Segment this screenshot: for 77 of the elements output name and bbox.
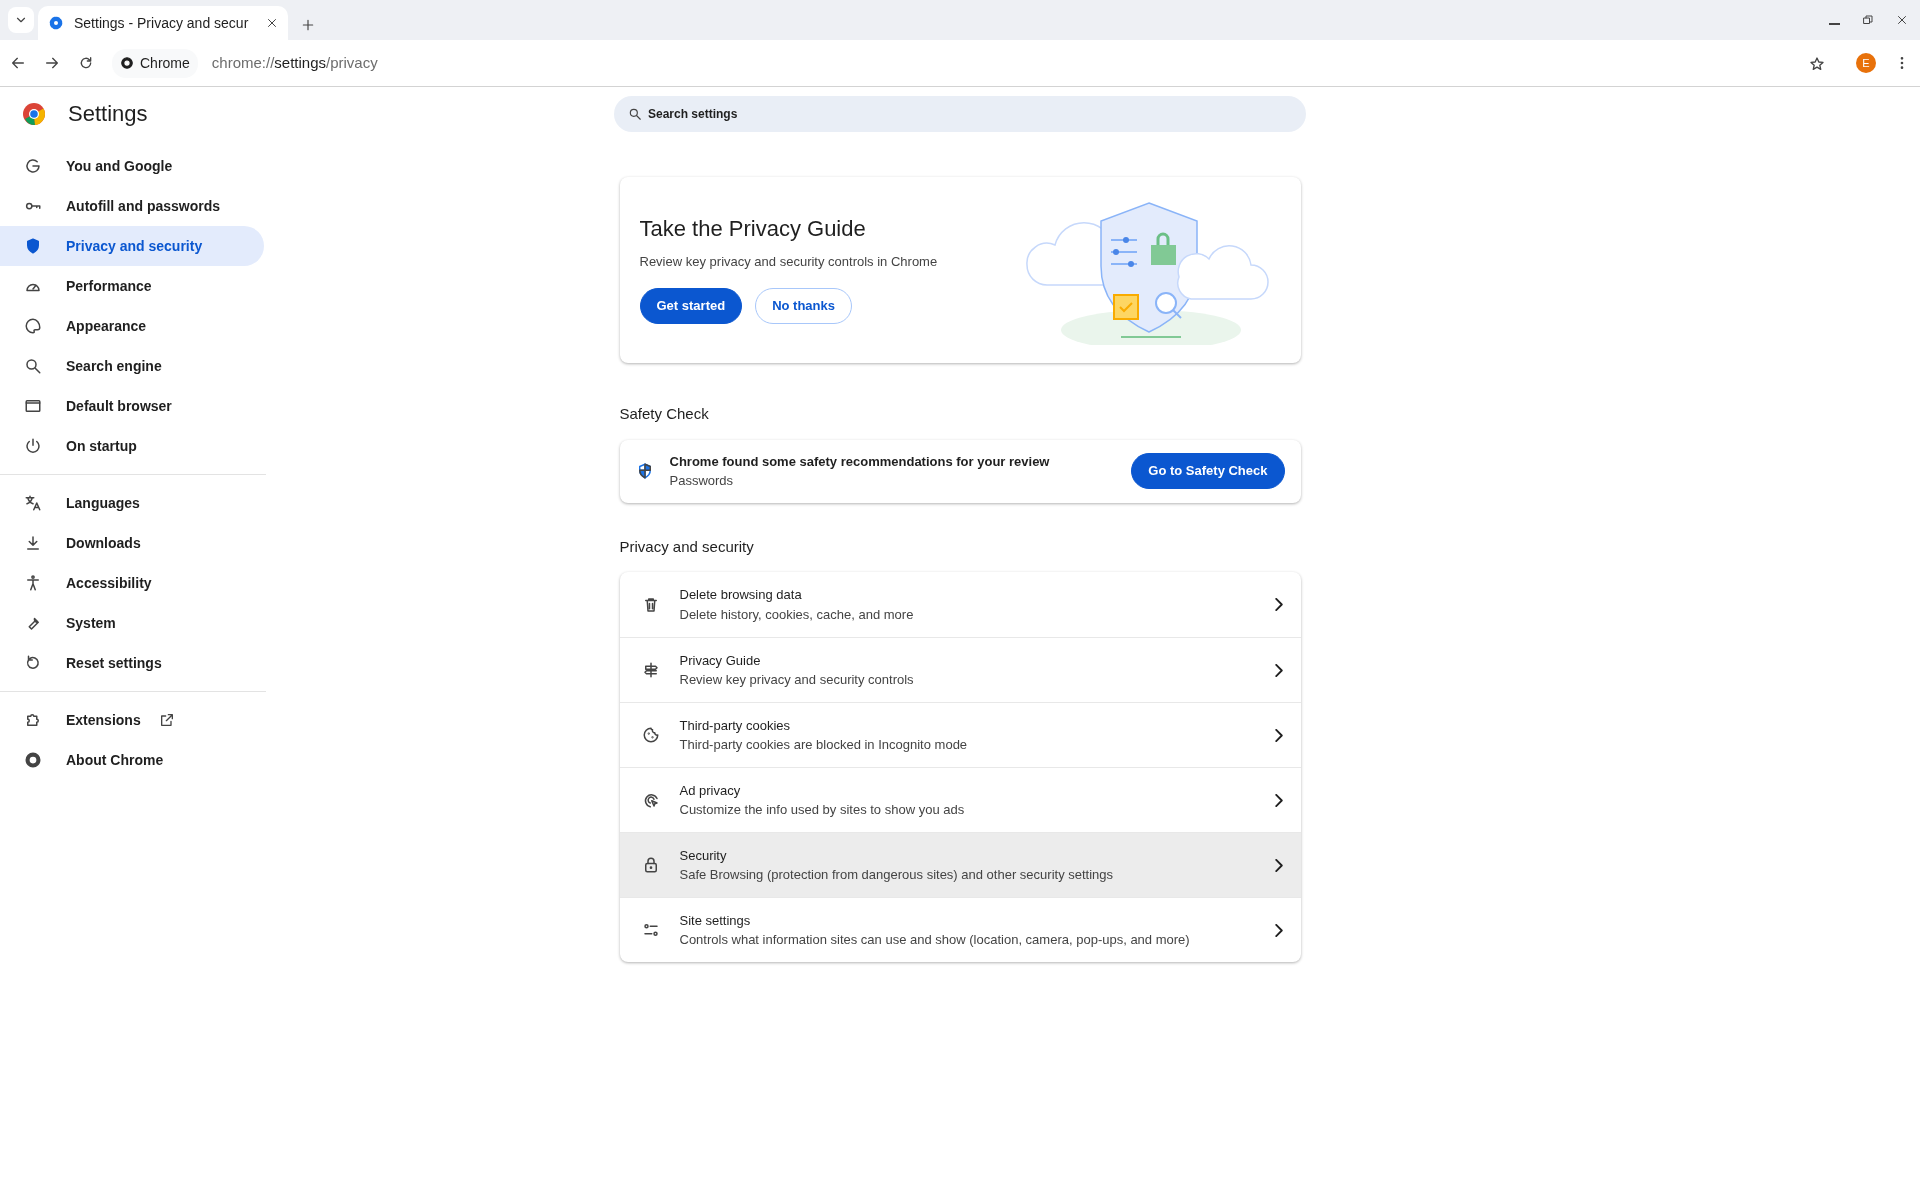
sliders-icon bbox=[641, 921, 660, 939]
row-subtitle: Controls what information sites can use and show (location, camera, pop-ups, and more) bbox=[679, 931, 1191, 949]
star-icon bbox=[1809, 55, 1825, 72]
row-title: Site settings bbox=[679, 911, 752, 930]
dismiss-button[interactable]: No thanks bbox=[755, 287, 852, 324]
reload-icon bbox=[78, 55, 94, 71]
chevron-right-icon bbox=[1274, 598, 1283, 611]
search-icon bbox=[24, 357, 42, 375]
puzzle-piece-icon bbox=[24, 711, 42, 729]
accessibility-icon bbox=[24, 574, 42, 592]
row-title: Security bbox=[679, 846, 728, 865]
row-subtitle: Customize the info used by sites to show you ads bbox=[679, 801, 966, 819]
sidebar-item[interactable]: Accessibility bbox=[0, 563, 264, 603]
forward-arrow-icon bbox=[44, 55, 60, 71]
sidebar-item[interactable]: Extensions bbox=[0, 700, 264, 740]
go-to-safety-check-button[interactable]: Go to Safety Check bbox=[1131, 453, 1285, 489]
settings-row[interactable]: Delete browsing data Delete history, cookies, cache, and more bbox=[619, 572, 1301, 637]
site-info-chip[interactable]: Chrome bbox=[112, 48, 198, 78]
tab-list-button[interactable] bbox=[8, 7, 34, 33]
row-title: Delete browsing data bbox=[679, 586, 803, 604]
sidebar-item[interactable]: Languages bbox=[0, 483, 264, 523]
safety-detail: Passwords bbox=[669, 472, 735, 490]
sidebar-item[interactable]: On startup bbox=[0, 426, 264, 466]
section-heading: Privacy and security bbox=[619, 536, 755, 557]
settings-row[interactable]: Privacy Guide Review key privacy and security controls bbox=[619, 637, 1301, 702]
row-subtitle: Third-party cookies are blocked in Incognito mode bbox=[679, 736, 969, 754]
search-field[interactable]: Search settings bbox=[614, 96, 1306, 132]
sidebar-item[interactable]: Privacy and security bbox=[0, 226, 264, 266]
sidebar-item[interactable]: System bbox=[0, 603, 264, 643]
chevron-right-icon bbox=[1274, 728, 1283, 742]
sidebar-item[interactable]: About Chrome bbox=[0, 740, 264, 780]
chevron-right-icon bbox=[1274, 663, 1283, 677]
sidebar-item[interactable]: Search engine bbox=[0, 346, 264, 386]
minimize-icon bbox=[1829, 23, 1840, 25]
sidebar-item[interactable]: You and Google bbox=[0, 146, 264, 186]
close-icon bbox=[1896, 14, 1908, 26]
shield-icon bbox=[24, 237, 42, 255]
chevron-right-icon bbox=[1274, 923, 1283, 937]
sidebar-item[interactable]: Appearance bbox=[0, 306, 264, 346]
settings-row[interactable]: Third-party cookies Third-party cookies are blocked in Incognito mode bbox=[619, 702, 1301, 767]
chevron-right-icon bbox=[1274, 858, 1283, 872]
tab-title: Settings - Privacy and secur bbox=[74, 13, 250, 33]
restore-icon bbox=[1862, 14, 1874, 26]
signpost-icon bbox=[641, 661, 660, 679]
row-subtitle: Review key privacy and security controls bbox=[679, 671, 915, 689]
cookie-icon bbox=[641, 726, 660, 744]
safety-message: Chrome found some safety recommendations for your review bbox=[669, 452, 1050, 471]
chevron-right-icon bbox=[1274, 793, 1283, 807]
row-title: Ad privacy bbox=[679, 781, 742, 800]
sidebar-item[interactable]: Default browser bbox=[0, 386, 264, 426]
sidebar-item[interactable]: Performance bbox=[0, 266, 264, 306]
close-icon bbox=[266, 17, 278, 29]
sidebar-item[interactable]: Downloads bbox=[0, 523, 264, 563]
section-heading: Safety Check bbox=[619, 404, 710, 424]
url-text: chrome://settings/privacy bbox=[211, 52, 378, 73]
row-subtitle: Delete history, cookies, cache, and more bbox=[679, 605, 915, 624]
settings-row[interactable]: Security Safe Browsing (protection from dangerous sites) and other security settings bbox=[619, 832, 1301, 897]
g-letter-icon bbox=[24, 157, 42, 175]
sidebar-item[interactable]: Autofill and passwords bbox=[0, 186, 264, 226]
card-title: Take the Privacy Guide bbox=[639, 216, 867, 243]
get-started-button[interactable]: Get started bbox=[639, 287, 743, 324]
browser-tab[interactable]: Settings - Privacy and secur bbox=[38, 6, 288, 40]
settings-title: Settings bbox=[68, 100, 148, 128]
back-arrow-icon bbox=[10, 55, 26, 71]
translate-icon bbox=[24, 494, 42, 512]
sidebar-item[interactable]: Reset settings bbox=[0, 643, 264, 683]
row-title: Third-party cookies bbox=[679, 716, 792, 735]
row-subtitle: Safe Browsing (protection from dangerous sites) and other security settings bbox=[679, 866, 1115, 884]
reset-icon bbox=[24, 654, 42, 672]
browser-window-icon bbox=[24, 397, 42, 415]
external-link-icon bbox=[158, 712, 175, 728]
download-icon bbox=[24, 534, 42, 552]
row-title: Privacy Guide bbox=[679, 651, 762, 670]
new-tab-icon bbox=[301, 17, 315, 32]
card-description: Review key privacy and security controls in Chrome bbox=[639, 253, 939, 272]
power-icon bbox=[24, 437, 42, 455]
settings-row[interactable]: Site settings Controls what information sites can use and show (location, camera, pop-ups, and more) bbox=[619, 897, 1301, 962]
